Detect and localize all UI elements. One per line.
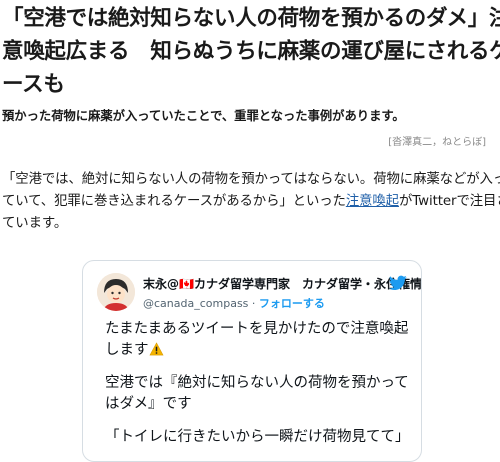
tweet-paragraph-gap (105, 361, 405, 373)
follow-button[interactable]: フォローする (259, 297, 325, 310)
tweet-text-line: します (105, 340, 405, 361)
tweet-handle[interactable]: @canada_compass (143, 297, 248, 310)
embedded-tweet[interactable]: 末永@🇨🇦カナダ留学専門家 カナダ留学・永住権情... @canada_comp… (82, 260, 422, 462)
body-text-segment: がTwitterで注目され (398, 194, 500, 209)
warning-icon (148, 342, 164, 356)
tweet-author-handle-row: @canada_compass · フォローする (143, 295, 325, 311)
handle-separator: · (248, 297, 259, 310)
caution-link[interactable]: 注意喚起 (346, 194, 399, 209)
article-lead: 預かった荷物に麻薬が入っていたことで、重罪となった事例があります。 (2, 109, 405, 123)
article-body-paragraph: 「空港では、絶対に知らない人の荷物を預かってはならない。荷物に麻薬などが入っ て… (2, 169, 500, 235)
avatar[interactable] (97, 273, 135, 311)
body-line: ています。 (2, 216, 68, 231)
article-headline: 「空港では絶対知らない人の荷物を預かるのダメ」注 意喚起広まる 知らぬうちに麻薬… (2, 2, 500, 101)
body-line: ていて、犯罪に巻き込まれるケースがあるから」といった注意喚起がTwitterで注… (2, 191, 500, 213)
twitter-bird-icon[interactable] (389, 275, 407, 291)
author-credit: [沓澤真二，ねとらぼ] (388, 137, 486, 148)
tweet-paragraph-gap (105, 415, 405, 427)
article-page: 「空港では絶対知らない人の荷物を預かるのダメ」注 意喚起広まる 知らぬうちに麻薬… (0, 0, 500, 462)
tweet-text-line: はダメ』です (105, 396, 192, 412)
body-line: 「空港では、絶対に知らない人の荷物を預かってはならない。荷物に麻薬などが入っ (2, 172, 500, 187)
tweet-text-line: 空港では『絶対に知らない人の荷物を預かって (105, 375, 409, 391)
tweet-text-line: たまたまあるツイートを見かけたので注意喚起 (105, 321, 409, 337)
headline-line: 「空港では絶対知らない人の荷物を預かるのダメ」注 (2, 6, 500, 31)
tweet-text-segment: します (105, 342, 149, 358)
tweet-text-line: 「トイレに行きたいから一瞬だけ荷物見てて」 (105, 429, 410, 445)
headline-line: ースも (2, 72, 65, 97)
tweet-text: たまたまあるツイートを見かけたので注意喚起 します 空港では『絶対に知らない人の… (105, 319, 410, 448)
body-text-segment: ていて、犯罪に巻き込まれるケースがあるから」といった (2, 194, 346, 209)
avatar-illustration (97, 273, 135, 311)
headline-line: 意喚起広まる 知らぬうちに麻薬の運び屋にされるケ (2, 39, 500, 64)
tweet-author-name[interactable]: 末永@🇨🇦カナダ留学専門家 カナダ留学・永住権情... (143, 275, 421, 292)
